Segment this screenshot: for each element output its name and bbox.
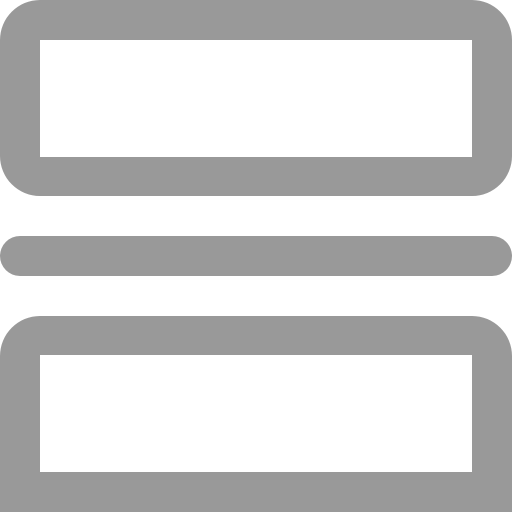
split-horizontal-icon-svg <box>0 0 512 512</box>
divider-line <box>0 236 512 276</box>
split-horizontal-icon <box>0 0 512 512</box>
bottom-panel-outline <box>0 316 512 512</box>
top-panel-outline <box>0 0 512 196</box>
